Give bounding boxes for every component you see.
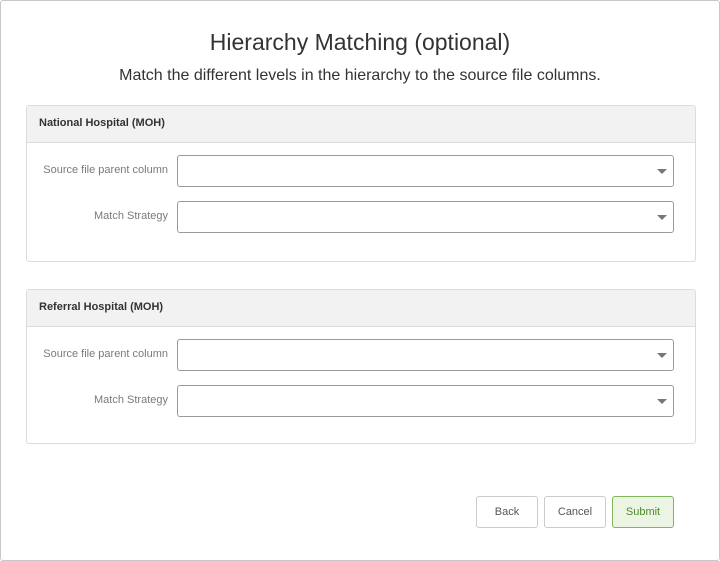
back-button[interactable]: Back xyxy=(476,496,538,528)
cancel-button[interactable]: Cancel xyxy=(544,496,606,528)
chevron-down-icon xyxy=(657,399,667,404)
dialog-subtitle: Match the different levels in the hierar… xyxy=(119,67,601,84)
chevron-down-icon xyxy=(657,169,667,174)
dialog-title: Hierarchy Matching (optional) xyxy=(209,29,511,55)
match-strategy-label: Match Strategy xyxy=(94,210,168,222)
panel-referral-hospital: Referral Hospital (MOH) Source file pare… xyxy=(26,289,696,444)
source-file-parent-column-label: Source file parent column xyxy=(43,164,168,176)
chevron-down-icon xyxy=(657,215,667,220)
source-file-parent-column-select[interactable] xyxy=(177,339,674,371)
submit-button[interactable]: Submit xyxy=(612,496,674,528)
panel-national-hospital: National Hospital (MOH) Source file pare… xyxy=(26,105,696,262)
match-strategy-select[interactable] xyxy=(177,201,674,233)
panel-heading: Referral Hospital (MOH) xyxy=(27,290,695,327)
match-strategy-select[interactable] xyxy=(177,385,674,417)
source-file-parent-column-label: Source file parent column xyxy=(43,348,168,360)
chevron-down-icon xyxy=(657,353,667,358)
panel-heading: National Hospital (MOH) xyxy=(27,106,695,143)
hierarchy-matching-dialog: Hierarchy Matching (optional) Match the … xyxy=(0,0,720,561)
source-file-parent-column-select[interactable] xyxy=(177,155,674,187)
match-strategy-label: Match Strategy xyxy=(94,394,168,406)
